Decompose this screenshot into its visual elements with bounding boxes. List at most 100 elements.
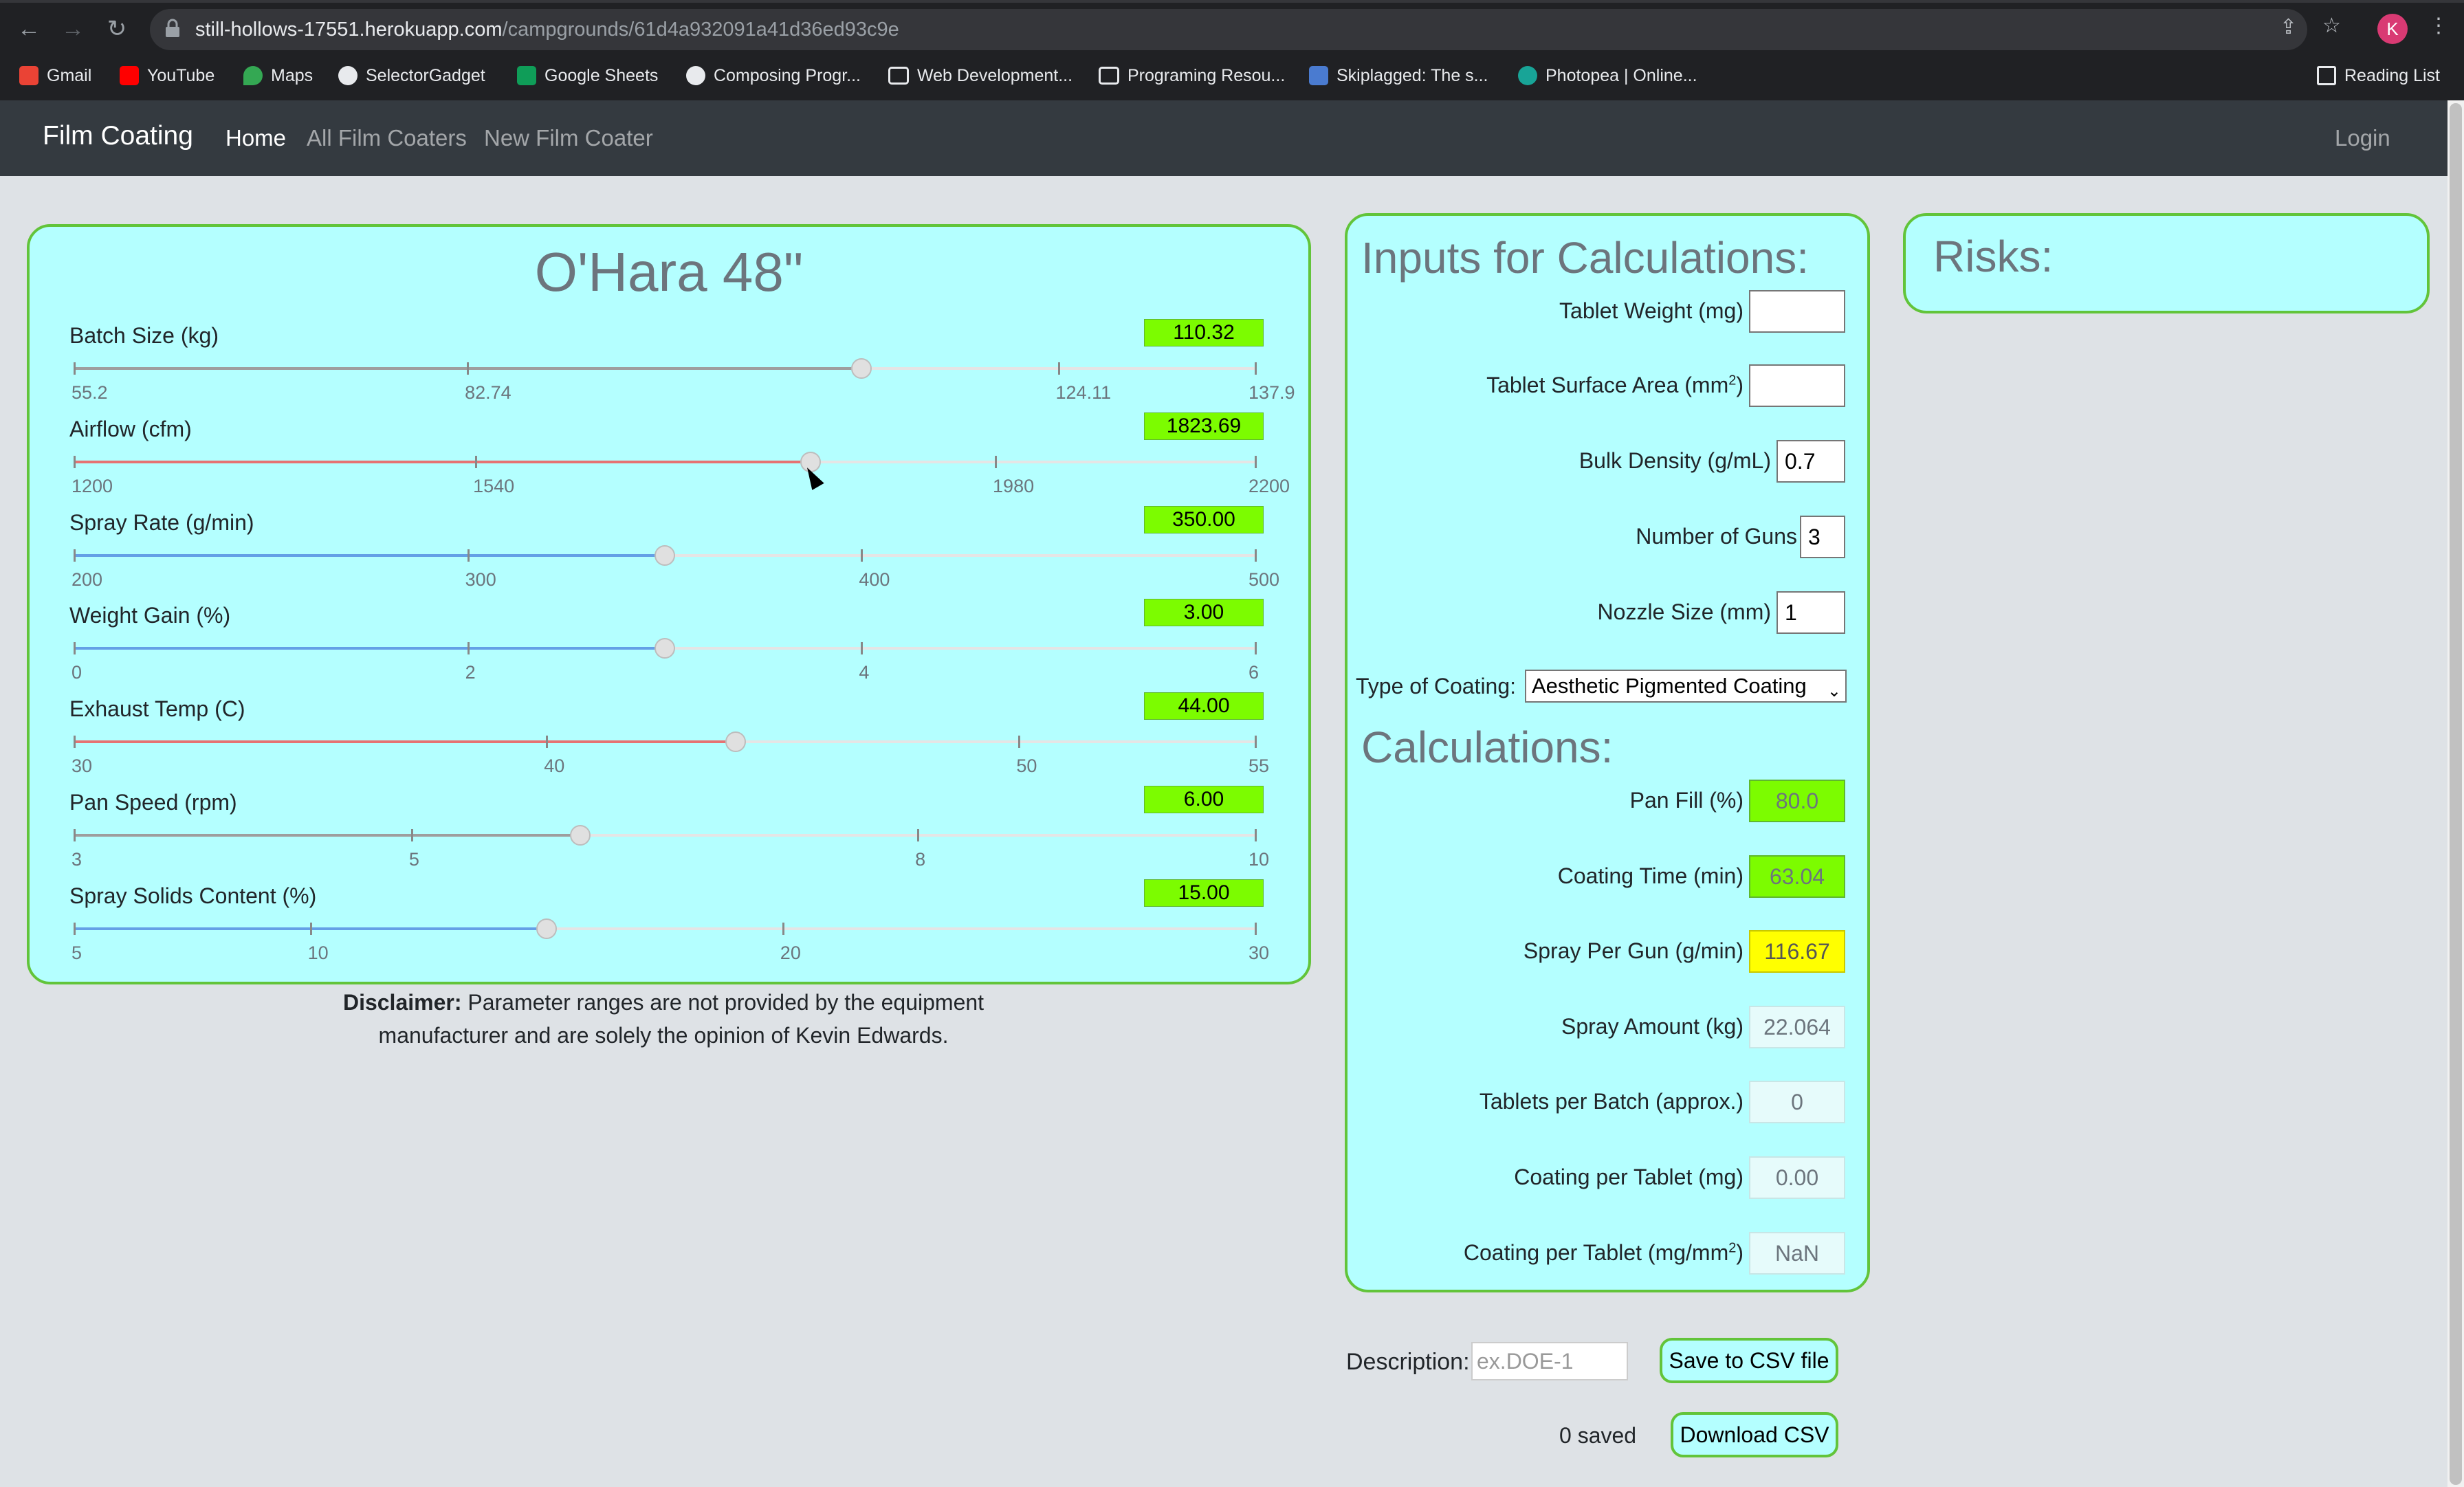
calculation-label-text: Coating Time (min): [1557, 863, 1744, 888]
bookmark-gmail[interactable]: Gmail: [19, 59, 91, 92]
slider-value-badge: 110.32: [1144, 319, 1264, 346]
slider-tick: [74, 362, 76, 375]
slider-tick-label: 500: [1248, 569, 1280, 590]
slider-tick: [410, 829, 413, 841]
scrollbar-thumb[interactable]: [2450, 103, 2462, 1485]
description-input[interactable]: ex.DOE-1: [1471, 1342, 1628, 1380]
tab-strip: [0, 0, 2464, 3]
slider-tick-label: 1200: [72, 475, 113, 496]
tablet-weight-input[interactable]: [1749, 290, 1845, 333]
slider-tick-label: 2: [465, 662, 476, 683]
slider-track[interactable]: [74, 740, 1255, 744]
nav-home[interactable]: Home: [226, 125, 286, 151]
forward-icon[interactable]: →: [56, 12, 89, 45]
bookmark-google-sheets[interactable]: Google Sheets: [517, 59, 658, 92]
sheets-icon: [517, 66, 536, 85]
slider-tick-label: 55: [1248, 756, 1270, 777]
menu-kebab-icon[interactable]: ⋮: [2428, 14, 2449, 38]
bookmark-skiplagged[interactable]: Skiplagged: The s...: [1309, 59, 1488, 92]
disclaimer-text: Parameter ranges are not provided by the…: [378, 990, 984, 1048]
calculation-label-text: Pan Fill (%): [1629, 788, 1744, 813]
slider-tick-label: 82.74: [465, 382, 512, 403]
slider-tick-label: 30: [1248, 942, 1270, 963]
back-icon[interactable]: ←: [12, 12, 45, 45]
url-host: still-hollows-17551.herokuapp.com: [195, 19, 503, 41]
slider-tick: [1255, 736, 1257, 749]
profile-avatar[interactable]: K: [2377, 14, 2408, 44]
bookmark-composing[interactable]: Composing Progr...: [686, 59, 861, 92]
bookmark-youtube[interactable]: YouTube: [120, 59, 214, 92]
slider-tick-label: 50: [1016, 756, 1037, 777]
bookmark-maps[interactable]: Maps: [243, 59, 313, 92]
share-icon[interactable]: ⇪: [2280, 15, 2297, 39]
slider-handle[interactable]: [654, 544, 675, 566]
coating-type-select[interactable]: Aesthetic Pigmented Coating ⌄: [1525, 670, 1847, 703]
bookmark-selectorgadget[interactable]: SelectorGadget: [338, 59, 485, 92]
bookmark-label: SelectorGadget: [366, 65, 485, 85]
slider-track[interactable]: [74, 834, 1255, 837]
slider-label: Weight Gain (%): [69, 603, 231, 628]
calculation-label-text: Spray Amount (kg): [1561, 1013, 1744, 1039]
description-label: Description:: [1346, 1349, 1470, 1375]
slider-value-badge: 6.00: [1144, 786, 1264, 813]
slider-tick: [1255, 362, 1257, 375]
slider-tick: [1255, 455, 1257, 468]
surface-area-label: Tablet Surface Area (mm2): [1486, 373, 1744, 398]
slider-label: Exhaust Temp (C): [69, 696, 245, 722]
bookmark-label: Gmail: [47, 65, 92, 85]
slider-tick: [74, 736, 76, 749]
slider-label: Spray Rate (g/min): [69, 509, 254, 535]
slider-tick-label: 2200: [1248, 475, 1290, 496]
tablet-weight-label: Tablet Weight (mg): [1559, 298, 1744, 323]
slider-fill: [74, 647, 665, 650]
skiplagged-icon: [1309, 66, 1328, 85]
coating-type-value: Aesthetic Pigmented Coating: [1532, 674, 1807, 698]
calculation-output: 22.064: [1749, 1005, 1845, 1048]
bookmark-programming[interactable]: Programing Resou...: [1099, 59, 1285, 92]
url-text[interactable]: still-hollows-17551.herokuapp.com/campgr…: [195, 13, 899, 46]
nav-new-film-coater[interactable]: New Film Coater: [484, 125, 653, 151]
nav-all-film-coaters[interactable]: All Film Coaters: [307, 125, 467, 151]
slider-tick-label: 8: [915, 849, 926, 870]
calculation-label: Tablets per Batch (approx.): [1480, 1089, 1744, 1114]
bulk-density-input[interactable]: 0.7: [1776, 440, 1845, 483]
slider-tick: [467, 362, 470, 375]
number-of-guns-input[interactable]: 3: [1800, 516, 1845, 558]
slider-track[interactable]: [74, 927, 1255, 930]
nozzle-size-input[interactable]: 1: [1776, 591, 1845, 634]
calculation-output: 80.0: [1749, 780, 1845, 822]
slider-fill: [74, 460, 811, 463]
risks-title: Risks:: [1933, 232, 2054, 281]
download-csv-button[interactable]: Download CSV: [1671, 1412, 1838, 1457]
slider-track[interactable]: [74, 460, 1255, 463]
reload-icon[interactable]: ↻: [100, 12, 133, 45]
saved-count: 0 saved: [1559, 1423, 1637, 1448]
slider-track[interactable]: [74, 367, 1255, 370]
calculation-label-text: Spray Per Gun (g/min): [1523, 938, 1744, 964]
star-icon[interactable]: ☆: [2322, 14, 2341, 38]
slider-tick-label: 3: [72, 849, 82, 870]
slider-tick: [309, 922, 312, 935]
bookmark-photopea[interactable]: Photopea | Online...: [1518, 59, 1697, 92]
bookmark-web-development[interactable]: Web Development...: [888, 59, 1072, 92]
save-to-csv-button[interactable]: Save to CSV file: [1660, 1338, 1838, 1383]
reading-list-label: Reading List: [2344, 65, 2440, 85]
calculations-title: Calculations:: [1361, 723, 1614, 772]
slider-handle[interactable]: [536, 918, 558, 939]
calculation-label-close: ): [1736, 1240, 1744, 1265]
number-of-guns-label: Number of Guns: [1636, 524, 1797, 549]
slider-tick-label: 1980: [993, 475, 1035, 496]
surface-area-label-sup: 2: [1728, 373, 1737, 388]
surface-area-input[interactable]: [1749, 364, 1845, 407]
calculation-label-text: Coating per Tablet (mg/mm: [1463, 1240, 1729, 1265]
brand-link[interactable]: Film Coating: [43, 121, 193, 151]
slider-tick-label: 6: [1248, 662, 1260, 683]
disclaimer-heading: Disclaimer:: [342, 990, 462, 1015]
calculation-output: 116.67: [1749, 930, 1845, 973]
nav-login[interactable]: Login: [2335, 125, 2390, 151]
maps-icon: [243, 66, 263, 85]
slider-fill: [74, 553, 665, 557]
slider-handle[interactable]: [851, 358, 872, 379]
photopea-icon: [1518, 66, 1537, 85]
reading-list[interactable]: Reading List: [2317, 59, 2440, 92]
